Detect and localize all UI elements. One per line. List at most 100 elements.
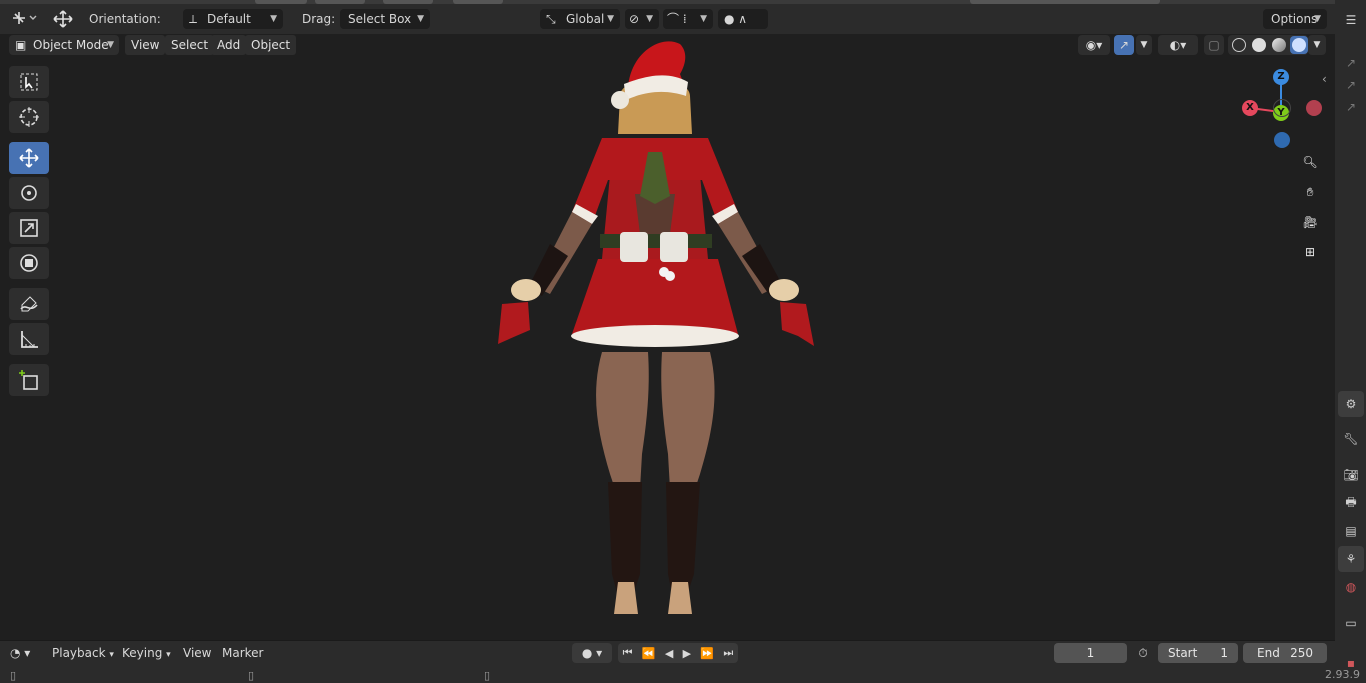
transform-space-value: Global <box>566 12 605 26</box>
snap-magnet-icon: ⌒ ⁞ <box>667 12 687 26</box>
annotate-icon <box>20 296 38 312</box>
camera-view-icon[interactable]: 🎥︎ <box>1298 210 1322 234</box>
transform-tool[interactable] <box>9 247 49 279</box>
snap-dropdown[interactable]: ⌒ ⁞ ▼ <box>663 9 713 29</box>
play-reverse-icon[interactable]: ◀ <box>665 647 673 660</box>
scene-properties-icon[interactable]: ⚘ <box>1338 546 1364 572</box>
navigation-gizmo[interactable]: Z X Y <box>1240 68 1326 148</box>
options-label: Options <box>1271 12 1318 26</box>
solid-shading-icon[interactable] <box>1252 38 1266 52</box>
chevron-down-icon: ▾ <box>109 650 114 660</box>
gizmo-icon: ↗ <box>1118 38 1130 52</box>
zoom-icon[interactable]: 🔍︎ <box>1298 150 1322 174</box>
select-box-tool[interactable] <box>9 66 49 98</box>
overlays-icon: ◐▾ <box>1169 38 1187 52</box>
workspace-tab[interactable] <box>383 0 433 4</box>
proportional-edit-dropdown[interactable]: ● ∧ <box>718 9 768 29</box>
workspace-tab[interactable] <box>970 0 1160 4</box>
3d-viewport[interactable]: ▣ Object Mode ▼ View Select Add Object ◉… <box>0 34 1335 640</box>
version-label: 2.93.9 <box>1325 668 1360 681</box>
add-menu[interactable]: Add <box>211 35 247 55</box>
character-model[interactable] <box>480 34 840 640</box>
pivot-point-dropdown[interactable]: ⊘ ▼ <box>625 9 659 29</box>
material-shading-icon[interactable] <box>1272 38 1286 52</box>
annotate-tool[interactable] <box>9 288 49 320</box>
add-cube-tool[interactable] <box>9 364 49 396</box>
restrict-render-icon[interactable]: ↗ <box>1338 94 1364 120</box>
shading-dropdown[interactable]: ▼ <box>1308 35 1326 55</box>
wireframe-shading-icon[interactable] <box>1232 38 1246 52</box>
active-tool-icon[interactable] <box>50 9 76 29</box>
cursor-tool[interactable] <box>9 101 49 133</box>
playback-menu[interactable]: Playback ▾ <box>46 644 120 662</box>
end-value: 250 <box>1290 646 1313 660</box>
view-layer-properties-icon[interactable]: ▤ <box>1338 518 1364 544</box>
workspace-tab-active[interactable] <box>255 0 307 4</box>
start-frame-field[interactable]: Start 1 <box>1158 643 1238 663</box>
scale-tool[interactable] <box>9 212 49 244</box>
drag-dropdown[interactable]: Select Box ▼ <box>340 9 430 29</box>
jump-end-icon[interactable]: ⏭ <box>723 646 733 660</box>
render-properties-icon[interactable]: 📷︎ <box>1338 462 1364 488</box>
timeline-editor-type[interactable]: ◔ ▾ <box>10 644 40 662</box>
world-properties-icon[interactable]: ◍ <box>1338 574 1364 600</box>
auto-keying-toggle[interactable]: ● ▾ <box>572 643 612 663</box>
shading-modes <box>1228 35 1308 55</box>
pan-hand-icon[interactable]: ✋︎ <box>1298 180 1322 204</box>
collection-properties-icon[interactable]: ▭ <box>1338 610 1364 636</box>
chevron-down-icon: ▼ <box>700 14 707 24</box>
rotate-tool[interactable] <box>9 177 49 209</box>
tool-properties-icon[interactable]: 🔧︎ <box>1338 426 1364 452</box>
prev-keyframe-icon[interactable]: ⏪ <box>642 647 656 660</box>
gizmo-z-axis[interactable]: Z <box>1273 69 1289 85</box>
object-mode-dropdown[interactable]: ▣ Object Mode ▼ <box>9 35 119 55</box>
jump-start-icon[interactable]: ⏮ <box>623 646 633 660</box>
overlays-dropdown[interactable]: ◐▾ <box>1158 35 1198 55</box>
measure-tool[interactable] <box>9 323 49 355</box>
select-menu[interactable]: Select <box>165 35 215 55</box>
workspace-tab[interactable] <box>315 0 365 4</box>
view-menu[interactable]: View <box>125 35 166 55</box>
gizmo-x-axis[interactable]: X <box>1242 100 1258 116</box>
end-frame-field[interactable]: End 250 <box>1243 643 1327 663</box>
gizmo-z-neg[interactable] <box>1274 132 1290 148</box>
select-box-icon <box>20 73 38 91</box>
gizmo-dropdown[interactable]: ▼ <box>1136 35 1152 55</box>
options-dropdown[interactable]: Options ▼ <box>1263 9 1327 29</box>
timeline-view-menu[interactable]: View <box>177 644 217 662</box>
end-label: End <box>1257 646 1280 660</box>
keying-menu[interactable]: Keying ▾ <box>116 644 177 662</box>
rendered-shading-button[interactable] <box>1290 36 1308 54</box>
orientation-label: Orientation: <box>89 12 161 26</box>
playback-label: Playback <box>52 646 106 660</box>
marker-menu[interactable]: Marker <box>216 644 269 662</box>
keying-label: Keying <box>122 646 163 660</box>
gizmo-x-neg[interactable] <box>1306 100 1322 116</box>
current-frame-field[interactable]: 1 <box>1054 643 1127 663</box>
next-keyframe-icon[interactable]: ⏩ <box>700 647 714 660</box>
workspace-tab[interactable] <box>453 0 503 4</box>
visibility-dropdown[interactable]: ◉▾ <box>1078 35 1110 55</box>
transform-orientation-dropdown[interactable]: ⤡ Global ▼ <box>540 9 620 29</box>
play-icon[interactable]: ▶ <box>683 647 691 660</box>
outliner-filter-icon[interactable]: ☰ <box>1338 7 1364 33</box>
editor-type-button[interactable] <box>10 9 38 29</box>
orientation-dropdown[interactable]: ⟂ Default ▼ <box>183 9 283 29</box>
chevron-down-icon: ▼ <box>417 14 424 24</box>
properties-toggle-icon[interactable]: ⚙ <box>1338 391 1364 417</box>
stopwatch-icon[interactable]: ⏱ <box>1134 644 1152 662</box>
gizmo-toggle[interactable]: ↗ <box>1114 35 1134 55</box>
rotate-icon <box>21 185 37 201</box>
scale-icon <box>20 219 38 237</box>
move-tool[interactable] <box>9 142 49 174</box>
output-properties-icon[interactable]: 🖶 <box>1338 490 1364 516</box>
chevron-down-icon: ▼ <box>270 14 277 24</box>
mouse-left-icon: ▯ <box>10 669 17 682</box>
object-mode-icon: ▣ <box>15 38 27 52</box>
xray-toggle[interactable]: ▢ <box>1204 35 1224 55</box>
object-menu[interactable]: Object <box>245 35 297 55</box>
chevron-down-icon: ▾ <box>166 650 171 660</box>
gizmo-y-neg[interactable] <box>1273 99 1291 117</box>
clock-icon: ◔ ▾ <box>10 646 31 660</box>
ortho-grid-icon[interactable]: ⊞ <box>1298 240 1322 264</box>
